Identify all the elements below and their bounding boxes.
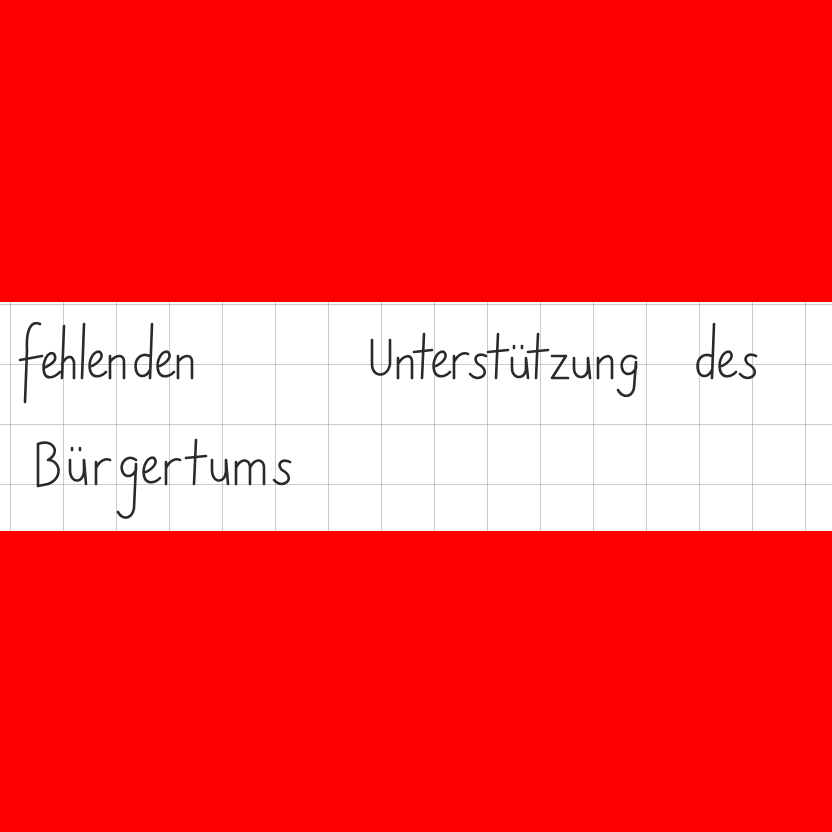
red-band-bottom [0,531,832,832]
image-canvas: fehlenden Unterstützung des Bürgertums [0,0,832,832]
word-unterstuetzung [370,332,638,398]
word-buergertums [36,438,292,519]
handwriting-strokes [18,321,758,519]
grid-paper-strip: fehlenden Unterstützung des Bürgertums [0,302,832,531]
red-band-top [0,0,832,302]
word-fehlenden [18,321,194,404]
word-des [696,322,758,380]
